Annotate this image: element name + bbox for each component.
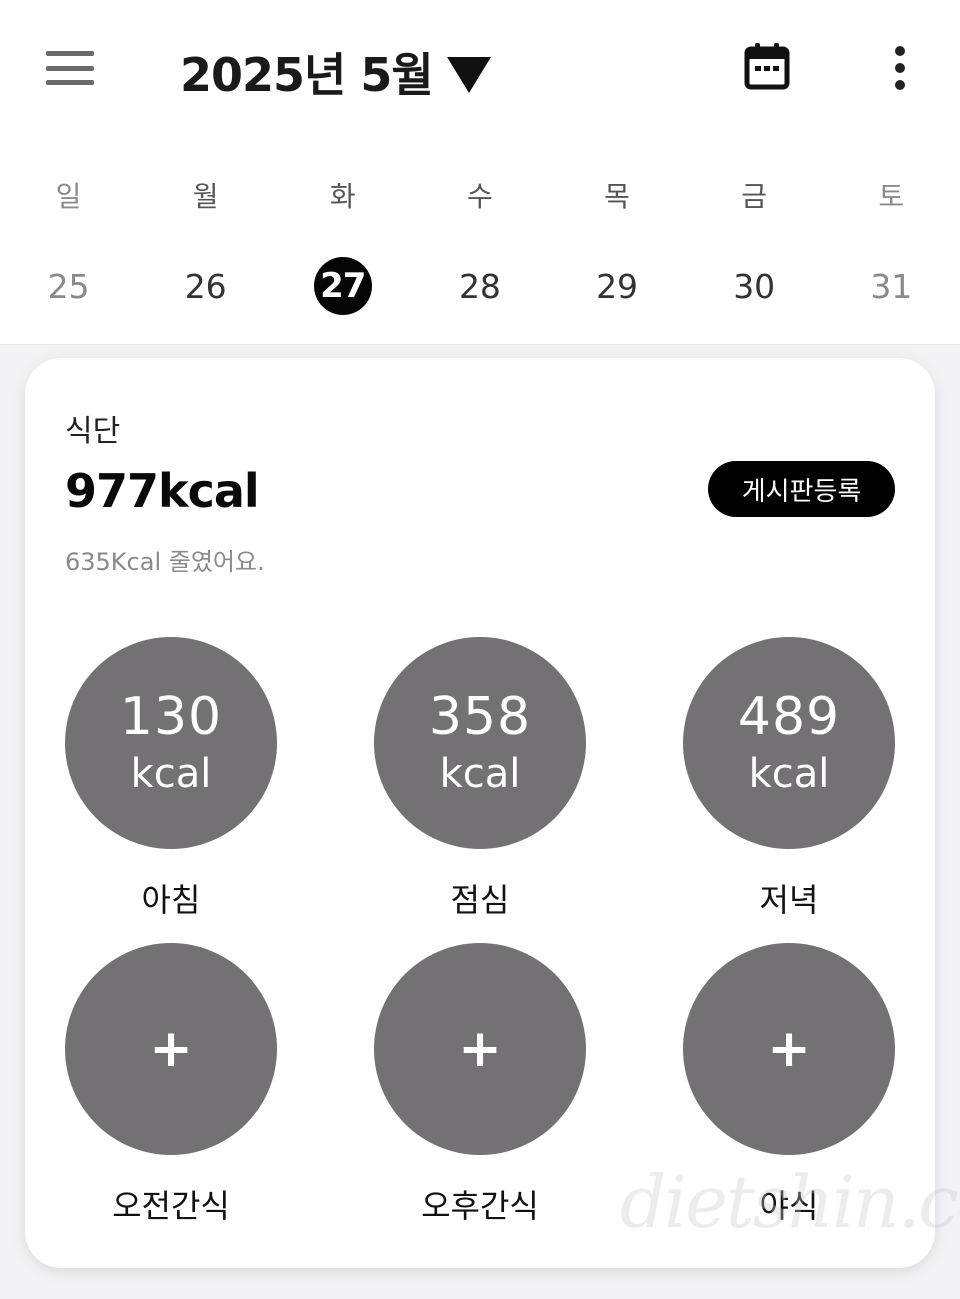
weekday-label: 수 (467, 180, 493, 213)
date-cell-selected[interactable]: 27 (274, 255, 411, 317)
more-options-icon[interactable] (884, 44, 916, 92)
weekday-label: 금 (741, 180, 768, 213)
date-cell[interactable]: 26 (137, 255, 274, 317)
meal-unit: kcal (748, 751, 830, 797)
calendar-icon[interactable] (744, 42, 790, 90)
date-cell[interactable]: 31 (823, 255, 960, 317)
weekday-row: 일 월 화 수 목 금 토 (0, 170, 960, 220)
meal-breakfast[interactable]: 130 kcal 아침 (65, 637, 277, 921)
meal-afternoon-snack[interactable]: + 오후간식 (374, 943, 586, 1227)
month-title-text: 2025년 5월 (180, 48, 434, 102)
meal-circle[interactable]: 358 kcal (374, 637, 586, 849)
weekday-label: 월 (192, 180, 219, 213)
meal-name: 점심 (450, 881, 510, 919)
meal-dinner[interactable]: 489 kcal 저녁 (683, 637, 895, 921)
weekday-label: 목 (604, 180, 630, 213)
selected-date: 27 (313, 257, 372, 315)
meal-name: 저녁 (759, 881, 819, 919)
watermark-logo: dietshin.com (620, 1160, 960, 1244)
weekday-label: 화 (329, 180, 356, 213)
meal-name: 오전간식 (112, 1187, 230, 1225)
add-meal-circle[interactable]: + (683, 943, 895, 1155)
meal-circle[interactable]: 489 kcal (683, 637, 895, 849)
meal-calories: 489 (737, 687, 841, 747)
date-cell[interactable]: 28 (411, 255, 548, 317)
weekday-label: 토 (878, 180, 905, 213)
app-header: 2025년 5월 일 월 화 수 목 금 토 25 26 27 28 29 30… (0, 0, 960, 345)
meal-lunch[interactable]: 358 kcal 점심 (374, 637, 586, 921)
date-cell[interactable]: 25 (0, 255, 137, 317)
menu-icon[interactable] (40, 44, 100, 92)
month-selector[interactable]: 2025년 5월 (180, 40, 491, 104)
meal-calories: 358 (428, 687, 532, 747)
weekday-label: 일 (55, 180, 82, 213)
meal-circle[interactable]: 130 kcal (65, 637, 277, 849)
plus-icon: + (149, 1019, 193, 1079)
caret-down-icon (446, 57, 491, 93)
meal-name: 아침 (141, 881, 201, 919)
meal-morning-snack[interactable]: + 오전간식 (65, 943, 277, 1227)
meal-unit: kcal (130, 751, 212, 797)
diet-label: 식단 (65, 414, 121, 449)
date-cell[interactable]: 29 (549, 255, 686, 317)
meal-unit: kcal (439, 751, 521, 797)
calorie-diff-text: 635Kcal 줄였어요. (65, 548, 265, 576)
add-meal-circle[interactable]: + (65, 943, 277, 1155)
plus-icon: + (458, 1019, 502, 1079)
plus-icon: + (767, 1019, 811, 1079)
post-to-board-button[interactable]: 게시판등록 (708, 461, 895, 517)
date-row: 25 26 27 28 29 30 31 (0, 255, 960, 317)
meal-calories: 130 (119, 687, 223, 747)
add-meal-circle[interactable]: + (374, 943, 586, 1155)
total-calories: 977kcal (65, 464, 260, 518)
date-cell[interactable]: 30 (686, 255, 823, 317)
diet-card: 식단 977kcal 게시판등록 635Kcal 줄였어요. 130 kcal … (25, 358, 935, 1268)
meal-name: 오후간식 (421, 1187, 539, 1225)
